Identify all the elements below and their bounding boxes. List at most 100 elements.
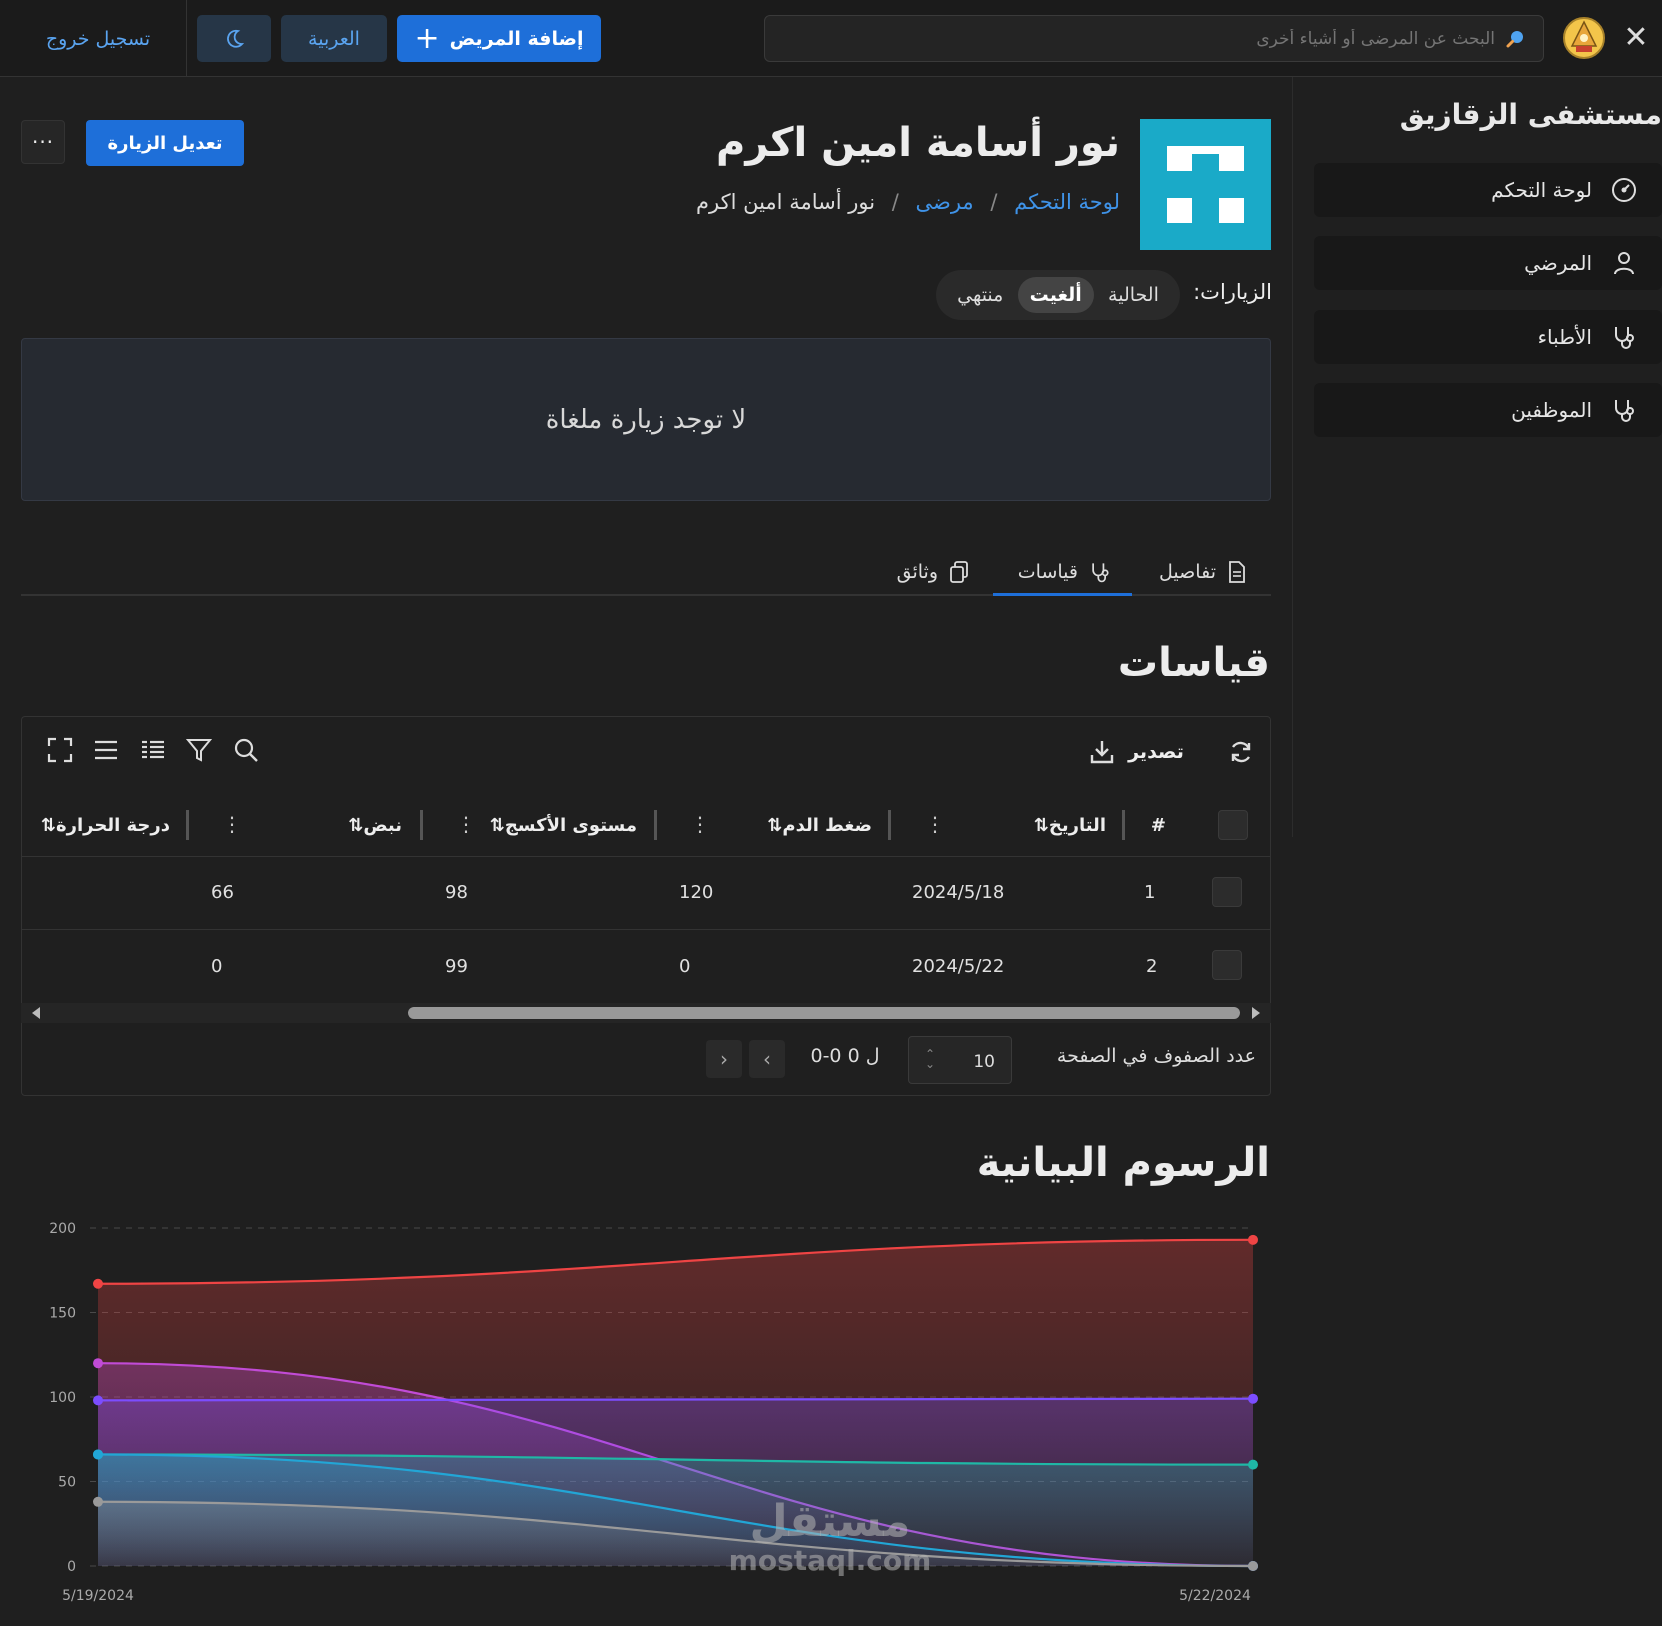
measurements-title: قياسات — [1117, 640, 1270, 686]
search-icon — [1506, 31, 1523, 48]
sidebar-item-doctors[interactable]: الأطباء — [1314, 310, 1662, 364]
column-resize-handle[interactable] — [186, 810, 189, 840]
data-point — [1248, 1234, 1258, 1245]
sidebar-item-label: لوحة التحكم — [1491, 178, 1592, 202]
x-tick-label: 5/19/2024 — [62, 1588, 134, 1604]
columns-button[interactable] — [137, 734, 169, 766]
breadcrumb-patients[interactable]: مرضى — [916, 190, 974, 214]
sidebar-item-patients[interactable]: المرضي — [1314, 236, 1662, 290]
search-input[interactable] — [765, 16, 1543, 61]
scroll-right-icon[interactable] — [1251, 1007, 1261, 1019]
watermark-arabic: مستقل — [749, 1496, 911, 1547]
select-all-checkbox[interactable] — [1218, 810, 1248, 840]
close-icon[interactable]: ✕ — [1620, 22, 1652, 54]
data-point — [1248, 1561, 1258, 1571]
column-label: درجة الحرارة — [55, 815, 170, 836]
column-resize-handle[interactable] — [654, 810, 657, 840]
scrollbar-thumb[interactable] — [408, 1007, 1240, 1019]
column-menu-icon[interactable]: ⋮ — [690, 812, 710, 836]
logout-button[interactable]: تسجيل خروج — [20, 15, 176, 62]
tab-label: قياسات — [1017, 561, 1078, 583]
charts-title: الرسوم البيانية — [976, 1140, 1270, 1186]
watermark-latin: mostaql.com — [728, 1544, 932, 1577]
data-point — [1248, 1459, 1258, 1470]
pagination-range: 0-0 ل 0 — [800, 1045, 890, 1067]
row-checkbox[interactable] — [1212, 877, 1242, 907]
dashboard-gauge-icon — [1612, 178, 1636, 202]
top-bar: ✕ إضافة المريض + العربية تسجيل خروج — [0, 0, 1662, 77]
column-menu-icon[interactable]: ⋮ — [456, 812, 476, 836]
data-point — [93, 1278, 103, 1289]
y-tick-label: 0 — [67, 1559, 76, 1575]
row-checkbox[interactable] — [1212, 950, 1242, 980]
cell-blood-pressure: 0 — [679, 956, 691, 977]
user-icon — [1614, 252, 1634, 275]
data-point — [93, 1395, 103, 1406]
sidebar-item-dashboard[interactable]: لوحة التحكم — [1314, 163, 1662, 217]
search-icon — [234, 738, 258, 762]
sidebar-item-staff[interactable]: الموظفين — [1314, 383, 1662, 437]
scroll-left-icon[interactable] — [31, 1007, 41, 1019]
column-header-oxygen[interactable]: مستوى الأكسج⇅ — [490, 815, 637, 836]
density-button[interactable] — [90, 734, 122, 766]
language-button[interactable]: العربية — [281, 15, 387, 62]
column-resize-handle[interactable] — [420, 810, 423, 840]
column-resize-handle[interactable] — [1122, 810, 1125, 840]
column-label: نبض — [363, 815, 402, 836]
menu-lines-icon — [95, 740, 117, 760]
breadcrumb-dashboard[interactable]: لوحة التحكم — [1014, 190, 1120, 214]
column-menu-icon[interactable]: ⋮ — [222, 812, 242, 836]
y-tick-label: 200 — [49, 1221, 76, 1237]
refresh-button[interactable] — [1223, 734, 1259, 770]
moon-icon — [227, 29, 245, 48]
export-button[interactable]: تصدير — [1086, 734, 1186, 770]
column-menu-icon[interactable]: ⋮ — [925, 812, 945, 836]
fullscreen-button[interactable] — [44, 734, 76, 766]
tab-measurements[interactable]: قياسات — [1018, 550, 1112, 594]
visits-filter: الحالية ألغيت منتهي — [936, 270, 1180, 320]
column-header-number[interactable]: # — [1151, 815, 1166, 836]
tab-documents[interactable]: وثائق — [897, 550, 970, 594]
patient-name: نور أسامة امين اكرم — [716, 120, 1120, 166]
visits-label: الزيارات: — [1193, 280, 1272, 304]
column-header-blood-pressure[interactable]: ضغط الدم⇅ — [767, 815, 872, 836]
data-point — [93, 1496, 103, 1507]
rows-per-page-value: 10 — [973, 1052, 995, 1072]
search-bar[interactable] — [764, 15, 1544, 62]
cell-pulse: 0 — [211, 956, 223, 977]
tab-label: تفاصيل — [1159, 561, 1216, 583]
rows-per-page-select[interactable]: 10 ⌃ ⌄ — [908, 1036, 1012, 1084]
dark-mode-toggle[interactable] — [197, 15, 271, 62]
column-resize-handle[interactable] — [888, 810, 891, 840]
cell-pulse: 66 — [211, 882, 234, 903]
stethoscope-icon — [1615, 400, 1634, 422]
edit-visit-label: تعديل الزيارة — [107, 132, 223, 154]
column-header-pulse[interactable]: نبض⇅ — [348, 815, 402, 836]
edit-visit-button[interactable]: تعديل الزيارة — [86, 120, 244, 166]
column-label: ضغط الدم — [782, 815, 872, 836]
breadcrumb-separator: / — [990, 190, 998, 214]
table-search-button[interactable] — [230, 734, 262, 766]
sort-icon: ⇅ — [40, 815, 56, 836]
previous-page-button[interactable]: ‹ — [706, 1040, 742, 1078]
visits-option-finished[interactable]: منتهي — [945, 277, 1015, 313]
breadcrumb-current: نور أسامة امين اكرم — [696, 190, 876, 214]
add-patient-button[interactable]: إضافة المريض + — [397, 15, 601, 62]
x-tick-label: 5/22/2024 — [1179, 1588, 1251, 1604]
column-header-temperature[interactable]: درجة الحرارة⇅ — [41, 815, 170, 836]
visits-option-cancelled[interactable]: ألغيت — [1017, 277, 1094, 313]
refresh-icon — [1231, 741, 1251, 763]
fullscreen-icon — [47, 737, 73, 763]
filter-button[interactable] — [183, 734, 215, 766]
more-options-button[interactable]: ··· — [21, 120, 65, 164]
vitals-area-chart: 0 50 100 150 200 5/19/2024 5/22/2024 — [49, 1221, 1258, 1604]
language-label: العربية — [308, 27, 360, 50]
more-icon: ··· — [31, 130, 55, 154]
tab-details[interactable]: تفاصيل — [1159, 550, 1248, 594]
y-tick-label: 100 — [49, 1390, 76, 1406]
column-header-date[interactable]: التاريخ⇅ — [1034, 815, 1106, 836]
cell-number: 2 — [1146, 956, 1158, 977]
visits-option-current[interactable]: الحالية — [1096, 277, 1171, 313]
next-page-button[interactable]: › — [749, 1040, 785, 1078]
download-icon — [1090, 741, 1114, 764]
